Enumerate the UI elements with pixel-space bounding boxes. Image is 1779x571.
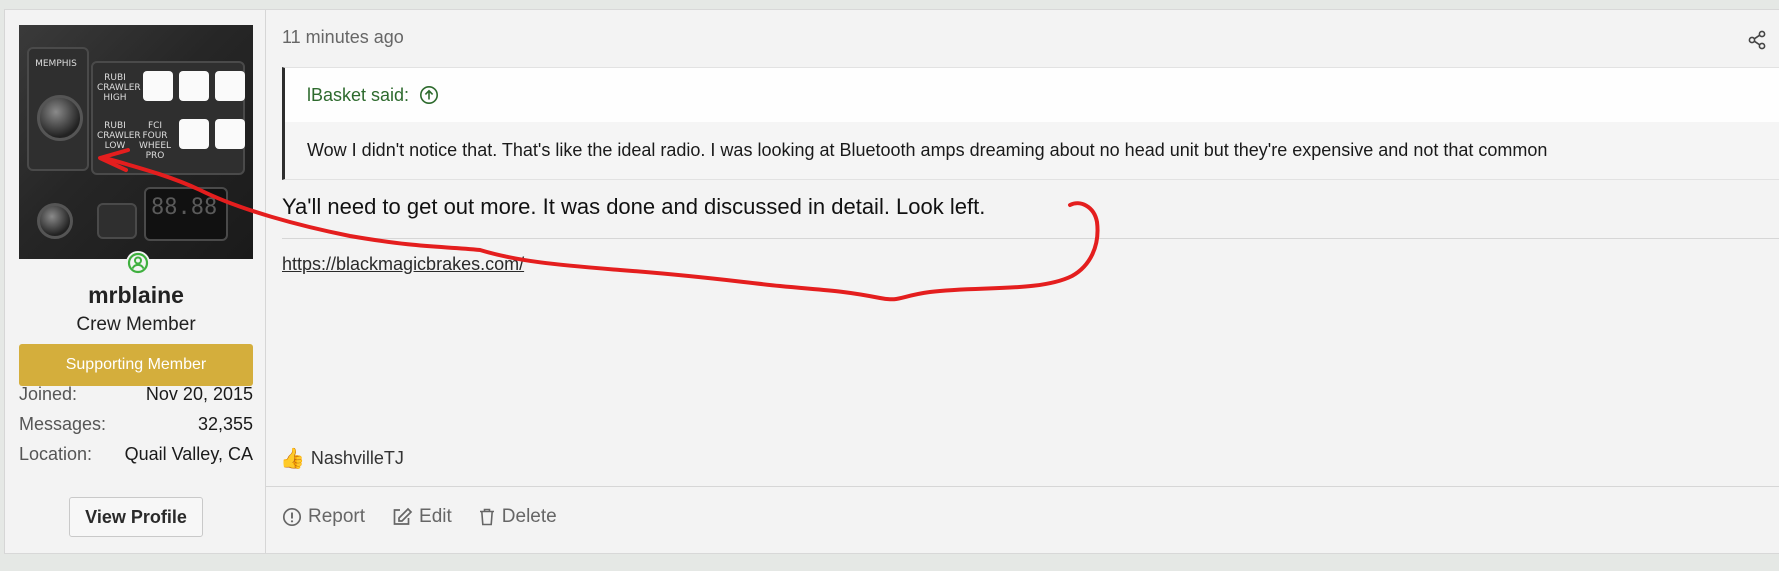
info-row-messages: Messages: 32,355 <box>19 414 253 435</box>
delete-label: Delete <box>501 506 557 527</box>
report-button[interactable]: Report <box>282 506 365 528</box>
thumbs-up-icon: 👍 <box>280 448 305 470</box>
delete-button[interactable]: Delete <box>478 506 557 528</box>
avatar-knob <box>37 95 83 141</box>
online-status-icon <box>126 251 150 275</box>
info-value: Nov 20, 2015 <box>145 384 253 404</box>
avatar-display-digits: 88.88 <box>151 195 218 220</box>
info-key: Location: <box>19 444 93 464</box>
quote-block: lBasket said: Wow I didn't notice that. … <box>282 67 1779 180</box>
alert-circle-icon <box>282 507 302 527</box>
edit-icon <box>391 507 413 527</box>
avatar-switch2-label: RUBI CRAWLER LOW <box>97 121 141 151</box>
reaction-users[interactable]: NashvilleTJ <box>311 448 404 469</box>
signature-divider <box>282 238 1779 239</box>
post-message: Ya'll need to get out more. It was done … <box>282 194 986 219</box>
post-main: 11 minutes ago lBasket said: Wow I didn' <box>266 10 1779 553</box>
info-row-joined: Joined: Nov 20, 2015 <box>19 384 253 405</box>
post-time[interactable]: 11 minutes ago <box>282 27 404 48</box>
edit-button[interactable]: Edit <box>391 506 452 528</box>
post-actions: Report Edit Delete <box>282 506 557 528</box>
info-key: Messages: <box>19 414 107 434</box>
avatar[interactable]: MEMPHIS RUBI CRAWLER HIGH RUBI CRAWLER L… <box>19 25 253 259</box>
avatar-switch <box>179 119 209 149</box>
info-value[interactable]: Quail Valley, CA <box>125 444 253 465</box>
username[interactable]: mrblaine <box>5 282 267 309</box>
info-key: Joined: <box>19 384 78 404</box>
view-profile-button[interactable]: View Profile <box>69 497 203 537</box>
avatar-switch3-label: FCI FOUR WHEEL PRO <box>138 121 172 161</box>
avatar-switch <box>143 71 173 101</box>
edit-label: Edit <box>419 506 452 527</box>
avatar-switch <box>215 119 245 149</box>
reactions-bar[interactable]: 👍 NashvilleTJ <box>280 446 404 471</box>
avatar-port <box>97 203 137 239</box>
user-title: Crew Member <box>76 314 196 335</box>
avatar-switch1-label: RUBI CRAWLER HIGH <box>97 73 141 103</box>
quote-header[interactable]: lBasket said: <box>307 68 1779 122</box>
avatar-knob-small <box>37 203 73 239</box>
user-banner: Supporting Member <box>19 344 253 386</box>
quote-author[interactable]: lBasket said: <box>307 85 409 106</box>
signature-link[interactable]: https://blackmagicbrakes.com/ <box>282 254 524 275</box>
post-container: MEMPHIS RUBI CRAWLER HIGH RUBI CRAWLER L… <box>4 9 1779 554</box>
quote-body: Wow I didn't notice that. That's like th… <box>285 122 1779 179</box>
avatar-switch <box>215 71 245 101</box>
info-value[interactable]: 32,355 <box>198 414 253 435</box>
info-row-location: Location: Quail Valley, CA <box>19 444 253 465</box>
report-label: Report <box>308 506 366 527</box>
arrow-up-circle-icon[interactable] <box>419 85 439 105</box>
footer-divider <box>266 486 1779 487</box>
avatar-switch <box>179 71 209 101</box>
avatar-brand-label: MEMPHIS <box>35 59 77 69</box>
share-icon[interactable] <box>1747 30 1767 55</box>
trash-icon <box>478 507 496 527</box>
user-sidebar: MEMPHIS RUBI CRAWLER HIGH RUBI CRAWLER L… <box>4 10 266 553</box>
